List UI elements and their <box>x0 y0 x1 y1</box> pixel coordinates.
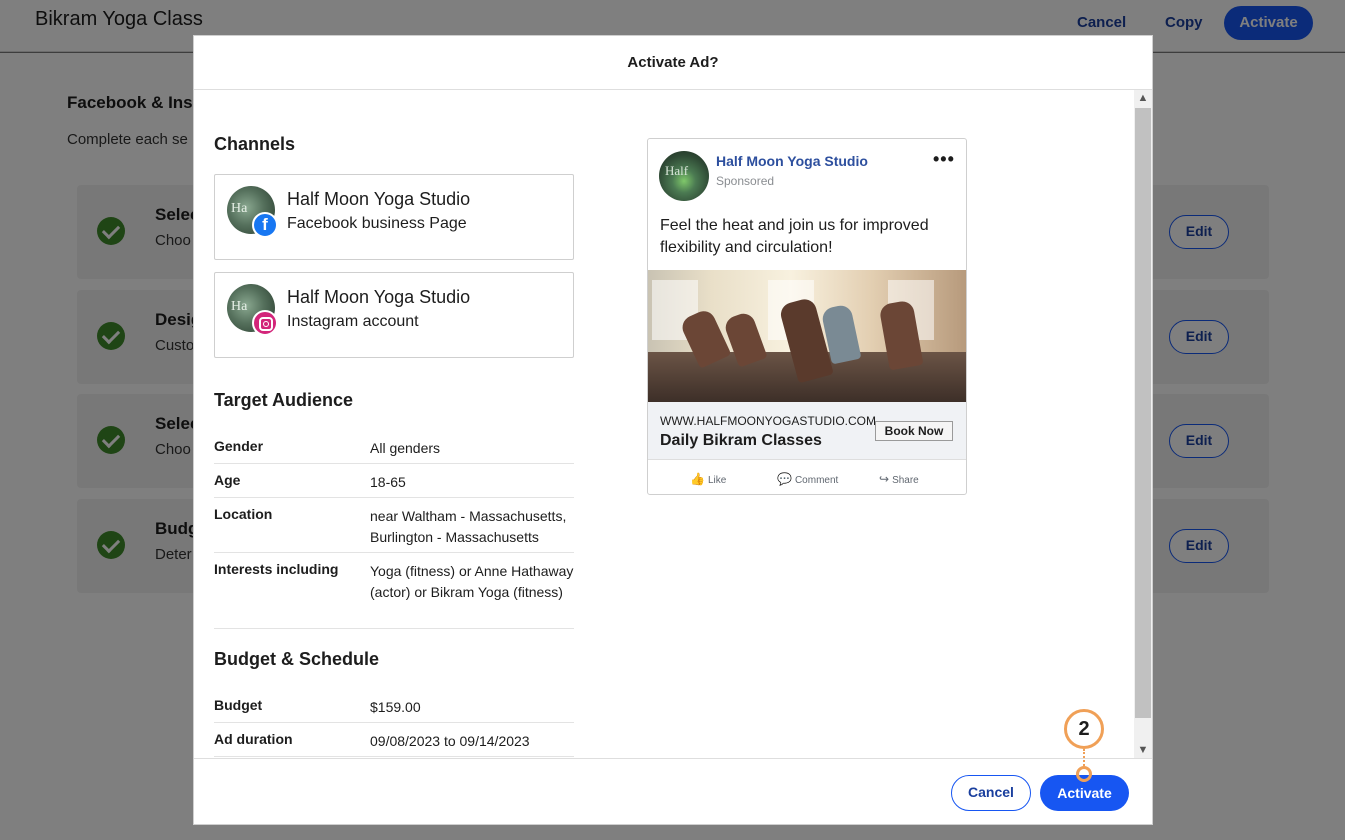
dialog-title: Activate Ad? <box>194 36 1152 90</box>
callout-connector <box>1083 749 1085 766</box>
callout-target-ring <box>1076 766 1092 782</box>
avatar-logo-text: Half <box>665 163 689 178</box>
row-label: Location <box>214 506 273 522</box>
row-value: 09/08/2023 to 09/14/2023 <box>370 733 530 749</box>
row-label: Age <box>214 472 241 488</box>
ad-preview-card: Half Half Moon Yoga Studio Sponsored •••… <box>647 138 967 495</box>
ad-url: WWW.HALFMOONYOGASTUDIO.COM <box>660 414 876 428</box>
budget-schedule-heading: Budget & Schedule <box>214 649 380 669</box>
channel-card-instagram: Ha Half Moon Yoga Studio Instagram accou… <box>214 272 574 358</box>
row-value: All genders <box>370 440 441 456</box>
studio-avatar: Half <box>659 151 709 201</box>
channels-heading: Channels <box>214 134 296 154</box>
budget-row: Budget $159.00 <box>214 689 574 723</box>
audience-row-location: Location near Waltham - Massachusetts, B… <box>214 498 574 553</box>
comment-icon: 💬 <box>777 472 792 486</box>
comment-action[interactable]: 💬 Comment <box>777 472 838 486</box>
row-label: Interests including <box>214 561 339 577</box>
audience-row-gender: Gender All genders <box>214 430 574 464</box>
book-now-button[interactable]: Book Now <box>875 421 953 441</box>
sponsored-label: Sponsored <box>716 174 775 188</box>
row-label: Gender <box>214 438 264 454</box>
avatar-logo-text: Ha <box>231 201 248 216</box>
ad-primary-text: Feel the heat and join us for improved f… <box>660 217 929 256</box>
more-options-icon: ••• <box>933 149 955 169</box>
like-label: Like <box>707 475 727 486</box>
audience-row-age: Age 18-65 <box>214 464 574 498</box>
like-action[interactable]: 👍 Like <box>690 472 726 486</box>
avatar-logo-text: Ha <box>231 299 248 314</box>
row-value: $159.00 <box>370 699 421 715</box>
cancel-button[interactable]: Cancel <box>951 775 1031 811</box>
activate-ad-dialog: Activate Ad? Channels Ha f Half Moon Yog… <box>193 35 1153 825</box>
scroll-up-arrow-icon[interactable]: ▲ <box>1134 90 1152 106</box>
target-audience-heading: Target Audience <box>214 390 354 410</box>
scroll-thumb[interactable] <box>1135 108 1151 718</box>
ad-link-area[interactable]: WWW.HALFMOONYOGASTUDIO.COM Daily Bikram … <box>648 402 966 460</box>
channel-type: Instagram account <box>287 313 419 330</box>
ad-image <box>648 270 966 402</box>
ad-duration-row: Ad duration 09/08/2023 to 09/14/2023 <box>214 723 574 757</box>
share-action[interactable]: ↪ Share <box>879 472 919 486</box>
instagram-icon <box>252 310 278 336</box>
share-icon: ↪ <box>879 472 890 486</box>
ad-headline: Daily Bikram Classes <box>660 432 822 449</box>
row-value: Yoga (fitness) or Anne Hathaway (actor) … <box>370 563 574 600</box>
ad-page-name: Half Moon Yoga Studio <box>716 153 868 169</box>
like-icon: 👍 <box>690 472 705 486</box>
comment-label: Comment <box>794 475 839 486</box>
channel-name: Half Moon Yoga Studio <box>287 189 471 209</box>
share-label: Share <box>892 475 919 486</box>
scroll-down-arrow-icon[interactable]: ▼ <box>1134 742 1152 758</box>
row-value: near Waltham - Massachusetts, Burlington… <box>370 508 567 545</box>
facebook-icon: f <box>252 212 278 238</box>
step-number-callout: 2 <box>1064 709 1104 749</box>
dialog-body: Channels Ha f Half Moon Yoga Studio Face… <box>194 90 1152 758</box>
dialog-scrollbar[interactable]: ▲ ▼ <box>1134 90 1152 758</box>
channel-type: Facebook business Page <box>287 215 467 232</box>
audience-row-interests: Interests including Yoga (fitness) or An… <box>214 553 574 629</box>
dialog-footer: Cancel Activate <box>194 758 1152 824</box>
channel-card-facebook: Ha f Half Moon Yoga Studio Facebook busi… <box>214 174 574 260</box>
row-label: Ad duration <box>214 731 293 747</box>
row-label: Budget <box>214 697 263 713</box>
channel-name: Half Moon Yoga Studio <box>287 287 471 307</box>
row-value: 18-65 <box>370 474 406 490</box>
